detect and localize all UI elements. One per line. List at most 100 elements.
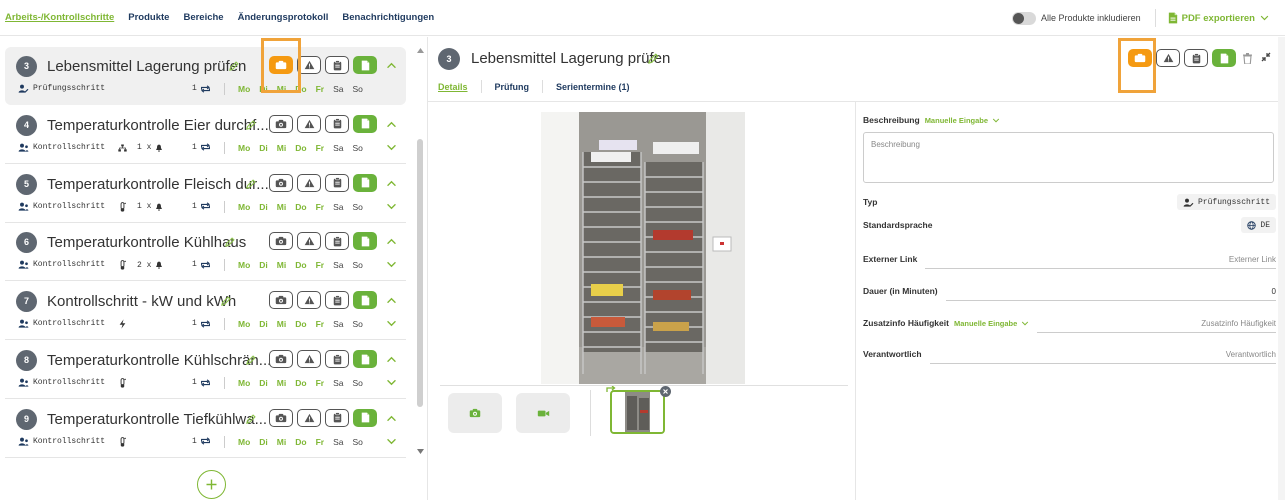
sitemap-icon bbox=[118, 143, 127, 153]
clipboard-button[interactable] bbox=[325, 114, 349, 133]
warning-button[interactable] bbox=[297, 56, 321, 74]
clipboard-icon bbox=[333, 354, 342, 365]
step-list-item[interactable]: 9 Temperaturkontrolle Tiefkühlwa... Kont… bbox=[5, 400, 406, 458]
clipboard-button[interactable] bbox=[325, 408, 349, 427]
repeat-count: 1 bbox=[192, 84, 211, 93]
pdf-button[interactable] bbox=[353, 350, 377, 368]
nav-item[interactable]: Arbeits-/Kontrollschritte bbox=[5, 12, 114, 23]
clipboard-button[interactable] bbox=[1184, 49, 1208, 67]
verantwortlich-input[interactable]: Verantwortlich bbox=[929, 344, 1276, 364]
clipboard-button[interactable] bbox=[325, 56, 349, 74]
edit-pencil-icon[interactable] bbox=[246, 414, 256, 424]
beschreibung-textarea[interactable]: Beschreibung bbox=[863, 132, 1274, 183]
warning-button[interactable] bbox=[1156, 49, 1180, 67]
tab-details[interactable]: Details bbox=[438, 82, 468, 92]
weekday-3: Do bbox=[295, 201, 307, 212]
step-photo[interactable] bbox=[541, 112, 745, 384]
camera-button[interactable] bbox=[269, 173, 293, 192]
edit-title-pencil-icon[interactable] bbox=[648, 53, 659, 64]
chevron-up-icon[interactable] bbox=[386, 62, 397, 69]
add-video-button[interactable] bbox=[516, 393, 570, 433]
weekday-5: Sa bbox=[333, 84, 344, 94]
chevron-down-icon[interactable] bbox=[386, 261, 397, 268]
chevron-down-icon[interactable] bbox=[386, 320, 397, 327]
chevron-up-icon[interactable] bbox=[386, 356, 397, 363]
edit-pencil-icon[interactable] bbox=[229, 61, 239, 71]
edit-pencil-icon[interactable] bbox=[246, 120, 256, 130]
pdf-button[interactable] bbox=[353, 114, 377, 133]
step-list-item[interactable]: 6 Temperaturkontrolle Kühlhaus Kontrolls… bbox=[5, 223, 406, 282]
step-list-scrollbar[interactable] bbox=[415, 44, 425, 464]
clipboard-button[interactable] bbox=[325, 350, 349, 368]
camera-button[interactable] bbox=[269, 232, 293, 251]
nav-item[interactable]: Bereiche bbox=[183, 12, 223, 23]
pdf-button[interactable] bbox=[1212, 49, 1236, 67]
pdf-button[interactable] bbox=[353, 408, 377, 427]
chevron-down-icon[interactable] bbox=[386, 379, 397, 386]
photo-thumbnail[interactable] bbox=[610, 390, 665, 434]
edit-pencil-icon[interactable] bbox=[221, 296, 231, 306]
chevron-up-icon[interactable] bbox=[386, 121, 397, 128]
step-title: Temperaturkontrolle Fleisch dur... bbox=[47, 175, 269, 193]
chevron-up-icon[interactable] bbox=[386, 238, 397, 245]
pdf-button[interactable] bbox=[353, 291, 377, 310]
tab-pruefung[interactable]: Prüfung bbox=[495, 82, 530, 92]
chevron-up-icon[interactable] bbox=[386, 297, 397, 304]
zusatzinfo-input[interactable]: Zusatzinfo Häufigkeit bbox=[1037, 313, 1276, 333]
nav-item[interactable]: Änderungsprotokoll bbox=[238, 12, 329, 23]
nav-item[interactable]: Produkte bbox=[128, 12, 169, 23]
clipboard-button[interactable] bbox=[325, 173, 349, 192]
add-photo-button[interactable] bbox=[448, 393, 502, 433]
language-chip[interactable]: DE bbox=[1241, 217, 1276, 233]
clipboard-button[interactable] bbox=[325, 291, 349, 310]
edit-pencil-icon[interactable] bbox=[246, 179, 256, 189]
edit-pencil-icon[interactable] bbox=[246, 355, 256, 365]
weekday-5: Sa bbox=[333, 378, 344, 388]
collapse-icon[interactable] bbox=[1261, 52, 1271, 62]
camera-button[interactable] bbox=[269, 408, 293, 427]
pdf-button[interactable] bbox=[353, 56, 377, 74]
weekday-6: So bbox=[352, 436, 363, 447]
camera-button[interactable] bbox=[269, 350, 293, 368]
externer-link-input[interactable]: Externer Link bbox=[925, 249, 1276, 269]
chevron-up-icon[interactable] bbox=[386, 180, 397, 187]
detail-scrollbar[interactable] bbox=[1278, 37, 1285, 500]
add-step-button[interactable] bbox=[197, 470, 226, 499]
camera-button[interactable] bbox=[269, 291, 293, 310]
dauer-input[interactable]: 0 bbox=[945, 281, 1276, 301]
step-list-item[interactable]: 5 Temperaturkontrolle Fleisch dur... Kon… bbox=[5, 165, 406, 223]
warning-button[interactable] bbox=[297, 291, 321, 310]
rotate-icon[interactable] bbox=[606, 386, 616, 394]
chevron-up-icon[interactable] bbox=[386, 415, 397, 422]
pdf-button[interactable] bbox=[353, 173, 377, 192]
chevron-down-icon[interactable] bbox=[386, 203, 397, 210]
warning-button[interactable] bbox=[297, 173, 321, 192]
camera-button[interactable] bbox=[269, 114, 293, 133]
camera-button[interactable] bbox=[1128, 49, 1152, 67]
tab-serientermine[interactable]: Serientermine (1) bbox=[556, 82, 630, 92]
pdf-export-button[interactable]: PDF exportieren bbox=[1168, 12, 1273, 24]
step-list-item[interactable]: 3 Lebensmittel Lagerung prüfen Prüfungss… bbox=[5, 47, 406, 105]
camera-button[interactable] bbox=[269, 56, 293, 74]
pdf-button[interactable] bbox=[353, 232, 377, 251]
warning-button[interactable] bbox=[297, 408, 321, 427]
typ-chip[interactable]: Prüfungsschritt bbox=[1176, 194, 1276, 210]
warning-button[interactable] bbox=[297, 114, 321, 133]
warning-button[interactable] bbox=[297, 232, 321, 251]
include-products-toggle[interactable] bbox=[1012, 11, 1037, 25]
clipboard-button[interactable] bbox=[325, 232, 349, 251]
step-list-item[interactable]: 7 Kontrollschritt - kW und kWh Kontrolls… bbox=[5, 282, 406, 341]
warning-button[interactable] bbox=[297, 350, 321, 368]
nav-item[interactable]: Benachrichtigungen bbox=[342, 12, 434, 23]
remove-photo-icon[interactable] bbox=[660, 386, 671, 397]
chevron-down-icon[interactable] bbox=[386, 438, 397, 445]
trash-icon[interactable] bbox=[1243, 52, 1252, 64]
step-list-item[interactable]: 4 Temperaturkontrolle Eier durchf... Kon… bbox=[5, 106, 406, 164]
step-list-item[interactable]: 8 Temperaturkontrolle Kühlschrän... Kont… bbox=[5, 341, 406, 399]
zusatzinfo-mode-dropdown[interactable]: Manuelle Eingabe bbox=[954, 319, 1029, 328]
step-extra-info: 1 x bbox=[118, 143, 163, 153]
weekday-0: Mo bbox=[238, 378, 251, 388]
chevron-down-icon[interactable] bbox=[386, 144, 397, 151]
edit-pencil-icon[interactable] bbox=[225, 237, 235, 247]
beschreibung-mode-dropdown[interactable]: Manuelle Eingabe bbox=[925, 116, 1000, 125]
